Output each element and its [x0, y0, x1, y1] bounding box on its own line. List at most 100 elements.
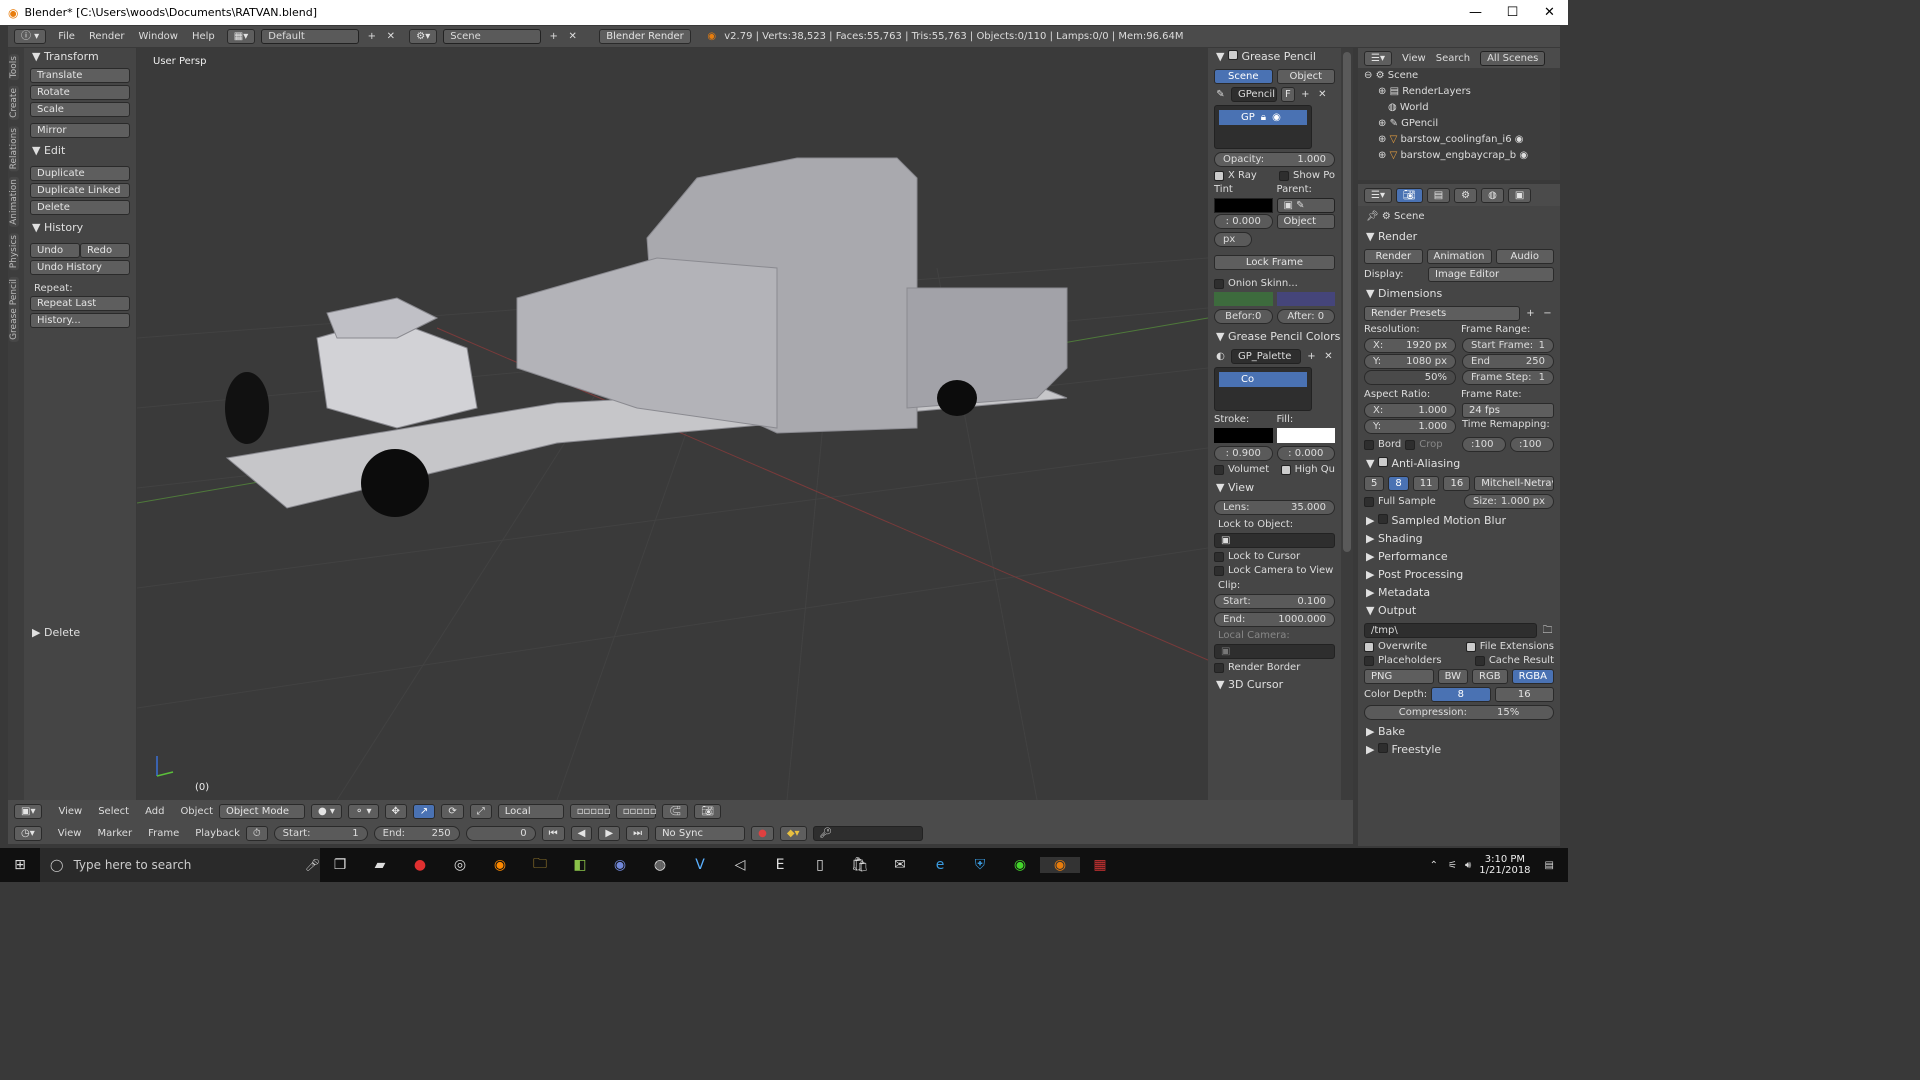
file-explorer-icon[interactable]: 🗀 — [520, 853, 560, 877]
last-operator-panel[interactable]: ▶ Delete — [24, 624, 136, 642]
object-tab-icon[interactable]: ▣ — [1507, 187, 1532, 203]
microphone-icon[interactable]: 🎤︎ — [305, 858, 320, 872]
aa-8-button[interactable]: 8 — [1388, 476, 1409, 491]
shading-header[interactable]: ▶ Shading — [1358, 530, 1560, 548]
gp-layer-item[interactable]: GP 🔒︎ ◉ — [1219, 110, 1307, 125]
tab-physics[interactable]: Physics — [9, 233, 19, 271]
playback-menu[interactable]: Playback — [195, 828, 240, 839]
fill-color-swatch[interactable] — [1276, 428, 1335, 443]
depth-8-button[interactable]: 8 — [1431, 687, 1491, 702]
render-panel-header[interactable]: ▼ Render — [1358, 228, 1560, 246]
unlink-gpencil-icon[interactable]: ✕ — [1316, 88, 1329, 101]
scroll-thumb[interactable] — [1343, 52, 1351, 552]
remove-preset-icon[interactable]: − — [1541, 307, 1554, 320]
visibility-eye-icon[interactable]: ◉ — [1515, 134, 1524, 145]
record-icon[interactable]: ● — [751, 825, 774, 841]
remove-scene-icon[interactable]: ✕ — [566, 30, 579, 43]
start-frame-field[interactable]: Start Frame: 1 — [1462, 338, 1554, 353]
select-menu[interactable]: Select — [98, 806, 129, 817]
minimize-icon[interactable]: — — [1457, 0, 1494, 25]
shading-select[interactable]: ● ▾ — [311, 803, 342, 819]
manipulator-toggle[interactable]: ✥ — [384, 803, 407, 819]
bw-button[interactable]: BW — [1437, 669, 1469, 684]
play-reverse-icon[interactable]: ◀ — [570, 825, 593, 841]
before-color[interactable] — [1214, 292, 1273, 306]
menu-help[interactable]: Help — [192, 31, 215, 42]
delete-button[interactable]: Delete — [30, 200, 130, 215]
output-header[interactable]: ▼ Output — [1358, 602, 1560, 620]
outliner-editor-icon[interactable]: ☰▾ — [1364, 50, 1392, 66]
folder-icon[interactable]: 🗀 — [1541, 624, 1554, 637]
file-ext-checkbox[interactable] — [1465, 641, 1476, 652]
lens-field[interactable]: Lens: 35.000 — [1214, 500, 1335, 515]
record-app-icon[interactable]: ● — [400, 857, 440, 873]
steam-icon[interactable]: ◍ — [640, 857, 680, 873]
mail-icon[interactable]: ✉ — [880, 857, 920, 873]
outliner-menu-view[interactable]: View — [1402, 53, 1426, 64]
orientation-select[interactable]: Local — [497, 803, 564, 819]
end-frame-field[interactable]: End Frame: 250 — [1462, 354, 1554, 380]
resolution-y[interactable]: Y: 1080 px — [1364, 354, 1456, 369]
jump-end-icon[interactable]: ⏭ — [626, 825, 650, 841]
defender-icon[interactable]: ⛨ — [960, 857, 1000, 873]
before-frames[interactable]: Befor:0 — [1214, 309, 1273, 324]
add-palette-icon[interactable]: + — [1305, 350, 1318, 363]
dimensions-header[interactable]: ▼ Dimensions — [1358, 285, 1560, 303]
gpencil-field[interactable]: GPencil — [1231, 87, 1277, 102]
history-panel-header[interactable]: ▼ History — [24, 219, 136, 237]
aa-16-button[interactable]: 16 — [1443, 476, 1471, 491]
layout-icon[interactable]: ▦▾ — [226, 29, 256, 44]
tab-create[interactable]: Create — [9, 86, 19, 121]
after-color[interactable] — [1276, 292, 1335, 306]
editor-type-info-icon[interactable]: ⓘ ▾ — [14, 29, 47, 44]
vs-icon[interactable]: V — [680, 857, 720, 873]
translate-manipulator[interactable]: ↗ — [412, 803, 436, 819]
undo-history-button[interactable]: Undo History — [30, 260, 130, 275]
duplicate-button[interactable]: Duplicate — [30, 166, 130, 181]
aa-5-button[interactable]: 5 — [1364, 476, 1385, 491]
aa-checkbox[interactable] — [1377, 457, 1388, 467]
play-icon[interactable]: ▶ — [598, 825, 621, 841]
history-button[interactable]: History... — [30, 313, 130, 328]
placeholders-checkbox[interactable] — [1364, 655, 1374, 666]
color-list[interactable]: Co — [1214, 367, 1312, 411]
post-processing-header[interactable]: ▶ Post Processing — [1358, 566, 1560, 584]
task-view-icon[interactable]: ❐ — [320, 857, 360, 873]
mirror-button[interactable]: Mirror — [30, 123, 130, 138]
color-item[interactable]: Co — [1219, 372, 1307, 387]
transform-panel-header[interactable]: ▼ Transform — [24, 48, 136, 66]
freestyle-header[interactable]: ▶ Freestyle — [1358, 741, 1560, 759]
lock-icon[interactable]: 🔒︎ — [1261, 110, 1266, 125]
clock[interactable]: 3:10 PM 1/21/2018 — [1479, 854, 1530, 876]
blender-taskbar-icon[interactable]: ◉ — [1040, 857, 1080, 873]
full-sample-checkbox[interactable] — [1364, 496, 1374, 507]
gp-layers-header[interactable]: ▼ Grease Pencil Layers — [1208, 48, 1341, 81]
bake-header[interactable]: ▶ Bake — [1358, 723, 1560, 741]
aa-header[interactable]: ▼ Anti-Aliasing — [1358, 455, 1560, 473]
timeline-end-field[interactable]: End: 250 — [373, 825, 460, 841]
discord-icon[interactable]: ◉ — [600, 857, 640, 873]
mode-select[interactable]: Object Mode — [219, 803, 306, 819]
resolution-x[interactable]: X: 1920 px — [1364, 338, 1456, 353]
frame-menu[interactable]: Frame — [148, 828, 179, 839]
timeline-view-menu[interactable]: View — [58, 828, 82, 839]
rgba-button[interactable]: RGBA — [1511, 669, 1554, 684]
outliner-menu-search[interactable]: Search — [1436, 53, 1470, 64]
outliner-display-mode[interactable]: All Scenes — [1480, 50, 1546, 66]
keyframe-icon[interactable]: ◆▾ — [779, 825, 807, 841]
lock-frame-button[interactable]: Lock Frame — [1214, 255, 1335, 270]
timeline-start-field[interactable]: Start: 1 — [273, 825, 368, 841]
rotate-button[interactable]: Rotate — [30, 85, 130, 100]
remap-new[interactable]: :100 — [1510, 437, 1554, 452]
pin-icon[interactable]: 📌︎ — [1366, 211, 1379, 222]
duplicate-linked-button[interactable]: Duplicate Linked — [30, 183, 130, 198]
add-layout-icon[interactable]: + — [365, 30, 378, 43]
world-tab-icon[interactable]: ◍ — [1481, 187, 1504, 203]
tab-grease-pencil[interactable]: Grease Pencil — [9, 276, 19, 342]
output-path-field[interactable]: /tmp\ — [1364, 623, 1537, 638]
aa-filter-select[interactable]: Mitchell-Netravali — [1474, 476, 1554, 491]
tab-animation[interactable]: Animation — [9, 177, 19, 228]
xray-checkbox[interactable] — [1214, 170, 1224, 181]
keying-set-field[interactable]: 🔑︎ — [812, 825, 923, 841]
overwrite-checkbox[interactable] — [1364, 641, 1374, 652]
